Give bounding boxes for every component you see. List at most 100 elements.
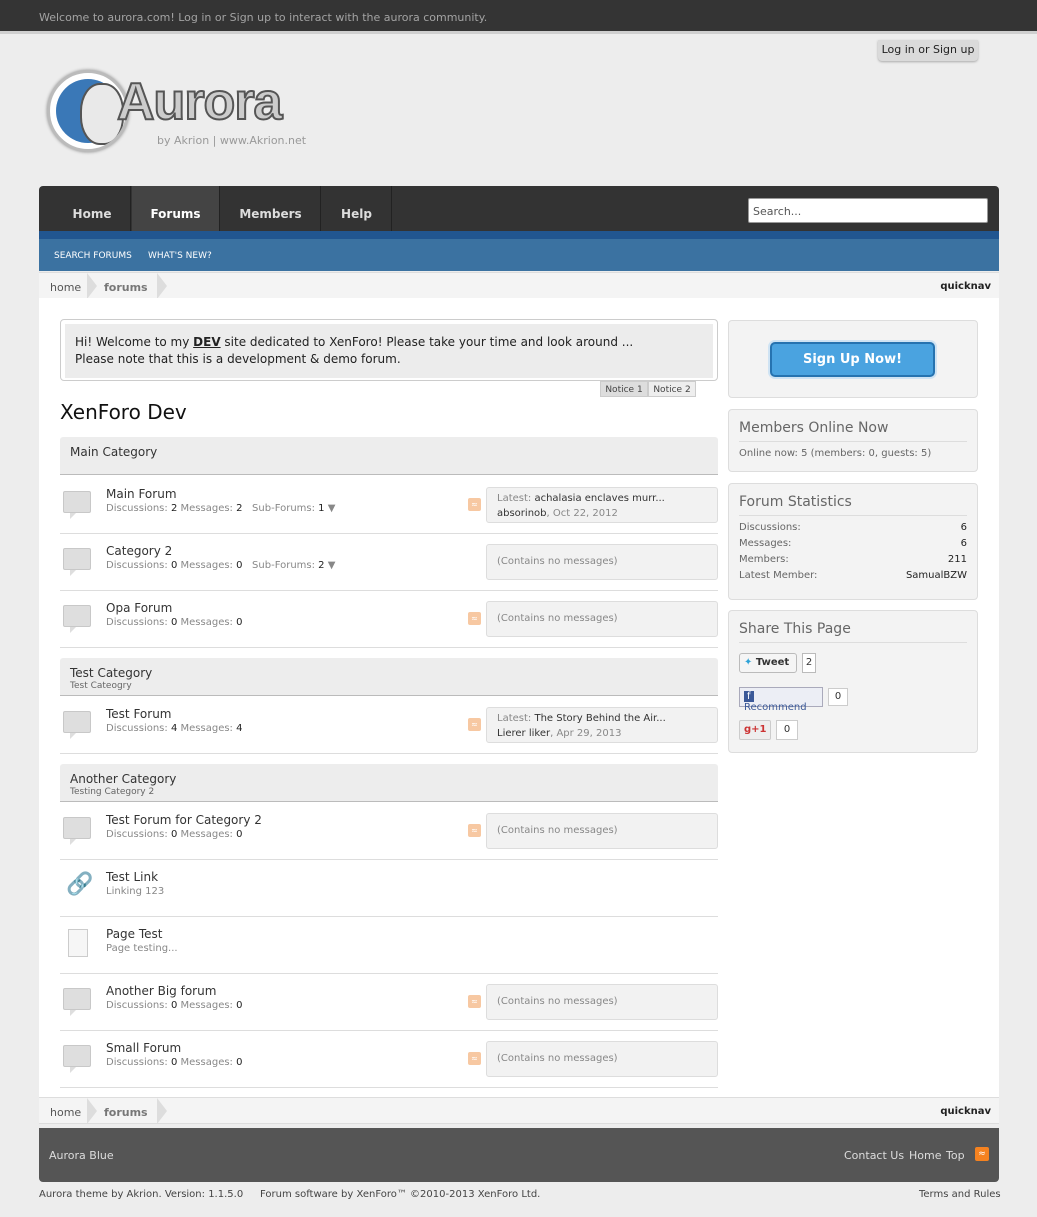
link-name[interactable]: Test Link — [106, 870, 158, 884]
forum-icon — [63, 548, 91, 576]
forum-name[interactable]: Category 2 — [106, 544, 172, 558]
plusone-count: 0 — [776, 720, 798, 740]
forum-row: Another Big forum Discussions: 0 Message… — [60, 974, 718, 1031]
notice-line-2: Please note that this is a development &… — [75, 352, 401, 366]
tab-help[interactable]: Help — [322, 186, 392, 231]
tweet-button[interactable]: ✦ Tweet — [739, 653, 797, 673]
forum-name[interactable]: Opa Forum — [106, 601, 172, 615]
latest-post-title[interactable]: achalasia enclaves murr... — [534, 493, 664, 504]
rss-icon[interactable]: ≈ — [468, 612, 481, 625]
subnav-search-forums[interactable]: SEARCH FORUMS — [54, 251, 132, 261]
page-document-icon — [68, 929, 88, 957]
tab-home[interactable]: Home — [54, 186, 131, 231]
forum-row: Main Forum Discussions: 2 Messages: 2 Su… — [60, 477, 718, 534]
breadcrumb: home forums quicknav — [39, 272, 999, 299]
share-title: Share This Page — [739, 621, 967, 643]
breadcrumb-home[interactable]: home — [50, 1106, 81, 1119]
site-logo[interactable]: Aurora by Akrion | www.Akrion.net — [45, 68, 320, 158]
category-name[interactable]: Another Category — [70, 772, 708, 786]
notice-dev-link[interactable]: DEV — [193, 335, 220, 349]
forum-row: Small Forum Discussions: 0 Messages: 0 ≈… — [60, 1031, 718, 1088]
forum-stats: Discussions: 0 Messages: 0 — [106, 617, 243, 628]
forum-stats: Discussions: 0 Messages: 0 Sub-Forums: 2… — [106, 560, 336, 571]
login-signup-button[interactable]: Log in or Sign up — [878, 40, 978, 61]
breadcrumb-bottom: home forums quicknav — [39, 1097, 999, 1124]
category-header[interactable]: Another Category Testing Category 2 — [60, 764, 718, 802]
footer-contact-link[interactable]: Contact Us — [844, 1149, 904, 1162]
breadcrumb-arrow-icon — [157, 273, 167, 299]
signup-button[interactable]: Sign Up Now! — [770, 342, 935, 377]
forum-name[interactable]: Small Forum — [106, 1041, 181, 1055]
tweet-count: 2 — [802, 653, 816, 673]
category-name[interactable]: Test Category — [70, 666, 708, 680]
rss-icon[interactable]: ≈ — [468, 1052, 481, 1065]
tab-members[interactable]: Members — [221, 186, 321, 231]
twitter-bird-icon: ✦ — [744, 657, 753, 668]
notice-text: Hi! Welcome to my — [75, 335, 194, 349]
forum-stats: Discussions: 0 Messages: 0 — [106, 1000, 243, 1011]
forum-name[interactable]: Test Forum — [106, 707, 172, 721]
breadcrumb-arrow-icon — [87, 273, 97, 299]
members-online-title: Members Online Now — [739, 420, 967, 442]
members-online-text: Online now: 5 (members: 0, guests: 5) — [739, 448, 932, 459]
forum-stats: Discussions: 4 Messages: 4 — [106, 723, 243, 734]
forum-icon — [63, 491, 91, 519]
forum-stats: Discussions: 0 Messages: 0 — [106, 829, 243, 840]
chevron-down-icon[interactable]: ▼ — [328, 503, 336, 514]
forum-name[interactable]: Another Big forum — [106, 984, 216, 998]
chain-link-icon: 🔗 — [66, 872, 94, 897]
forum-row: Test Forum for Category 2 Discussions: 0… — [60, 803, 718, 860]
notice-tab-2[interactable]: Notice 2 — [648, 381, 696, 397]
tab-forums[interactable]: Forums — [132, 186, 220, 231]
latest-post[interactable]: Latest: achalasia enclaves murr... absor… — [486, 487, 718, 523]
latest-post: (Contains no messages) — [486, 601, 718, 637]
notice-text-2: site dedicated to XenForo! Please take y… — [220, 335, 634, 349]
notice-tab-1[interactable]: Notice 1 — [600, 381, 648, 397]
forum-icon — [63, 711, 91, 739]
quicknav-link[interactable]: quicknav — [940, 281, 991, 292]
forum-icon — [63, 605, 91, 633]
stat-row: Members: 211 — [739, 554, 967, 565]
page-title: XenForo Dev — [60, 400, 187, 424]
forum-statistics-box: Forum Statistics Discussions: 6 Messages:… — [728, 483, 978, 600]
rss-icon[interactable]: ≈ — [468, 498, 481, 511]
latest-post-user[interactable]: Lierer liker — [497, 728, 550, 739]
link-row: 🔗 Test Link Linking 123 — [60, 860, 718, 917]
latest-post: (Contains no messages) — [486, 984, 718, 1020]
forum-name[interactable]: Main Forum — [106, 487, 177, 501]
quicknav-link[interactable]: quicknav — [940, 1106, 991, 1117]
category-name[interactable]: Main Category — [70, 445, 708, 459]
category-header[interactable]: Test Category Test Cateogry — [60, 658, 718, 696]
logo-byline: by Akrion | www.Akrion.net — [157, 134, 307, 147]
recommend-count: 0 — [828, 688, 848, 706]
recommend-button[interactable]: f Recommend — [739, 687, 823, 713]
theme-credit: Aurora theme by Akrion. Version: 1.1.5.0 — [39, 1189, 244, 1200]
latest-post-title[interactable]: The Story Behind the Air... — [534, 713, 665, 724]
category-header[interactable]: Main Category — [60, 437, 718, 475]
latest-post-user[interactable]: absorinob — [497, 508, 547, 519]
rss-icon[interactable]: ≈ — [468, 718, 481, 731]
rss-icon[interactable]: ≈ — [468, 995, 481, 1008]
style-chooser[interactable]: Aurora Blue — [49, 1149, 114, 1162]
breadcrumb-forums[interactable]: forums — [104, 281, 148, 294]
breadcrumb-home[interactable]: home — [50, 281, 81, 294]
forum-name[interactable]: Test Forum for Category 2 — [106, 813, 262, 827]
rss-icon[interactable]: ≈ — [468, 824, 481, 837]
stat-row: Messages: 6 — [739, 538, 967, 549]
footer: Aurora Blue Contact Us Home Top ≈ — [39, 1128, 999, 1182]
subnav-whats-new[interactable]: WHAT'S NEW? — [148, 251, 212, 261]
terms-link[interactable]: Terms and Rules — [919, 1189, 1001, 1200]
breadcrumb-forums[interactable]: forums — [104, 1106, 148, 1119]
chevron-down-icon[interactable]: ▼ — [328, 560, 336, 571]
page-name[interactable]: Page Test — [106, 927, 163, 941]
footer-home-link[interactable]: Home — [909, 1149, 941, 1162]
footer-top-link[interactable]: Top — [946, 1149, 965, 1162]
rss-icon[interactable]: ≈ — [975, 1147, 989, 1161]
stat-row: Latest Member: SamualBZW — [739, 570, 967, 581]
latest-post[interactable]: Latest: The Story Behind the Air... Lier… — [486, 707, 718, 743]
forum-stats: Discussions: 0 Messages: 0 — [106, 1057, 243, 1068]
notice-box: Hi! Welcome to my DEV site dedicated to … — [60, 319, 718, 381]
google-plusone-button[interactable]: g+1 — [739, 720, 771, 740]
software-credit[interactable]: Forum software by XenForo™ ©2010-2013 Xe… — [260, 1189, 540, 1200]
search-input[interactable]: Search... — [748, 198, 988, 223]
